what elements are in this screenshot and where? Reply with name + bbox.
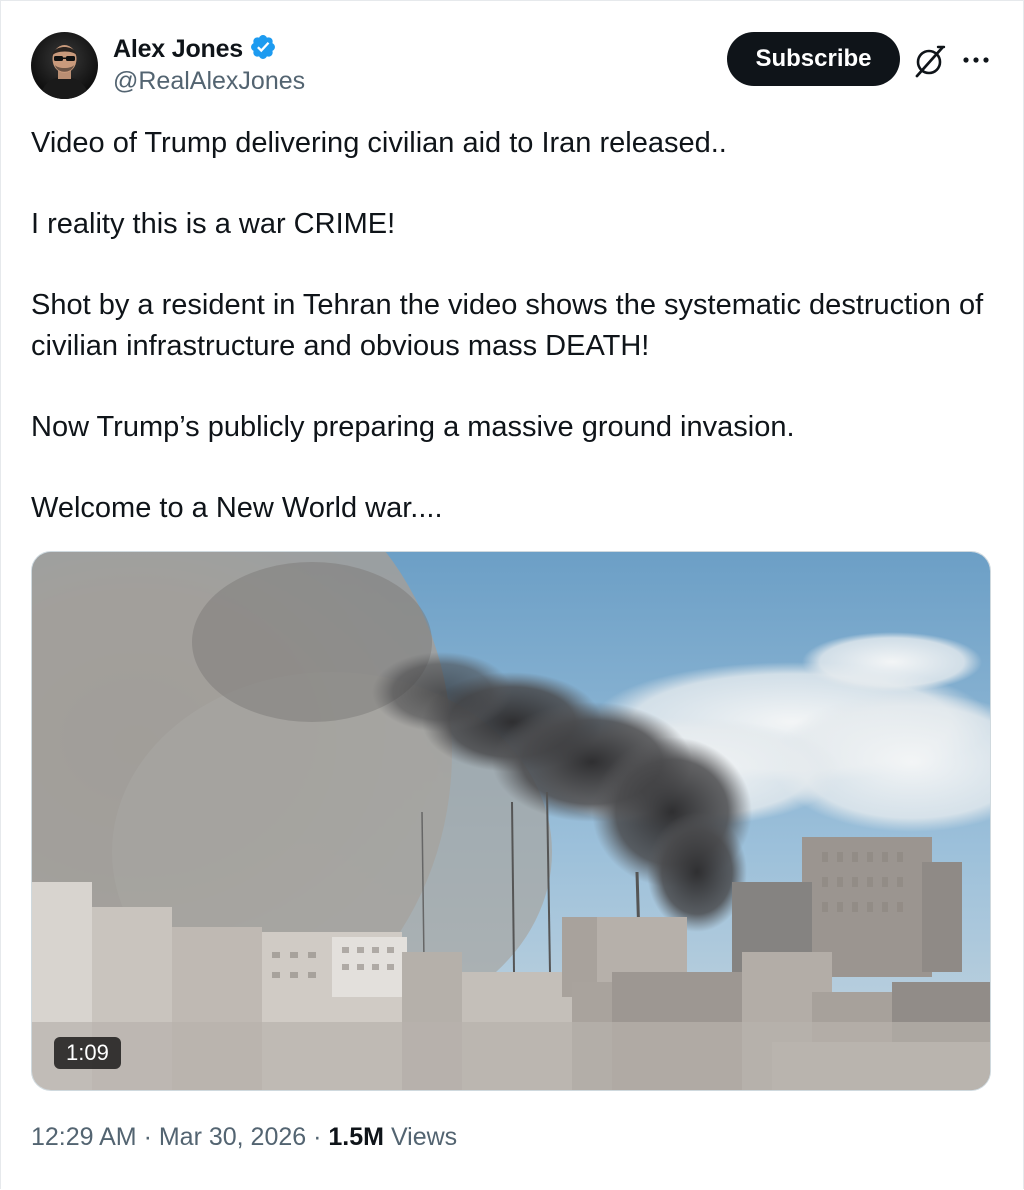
tweet-card: Alex Jones @RealAlexJones Subscribe Vide… bbox=[0, 0, 1024, 1189]
avatar[interactable] bbox=[31, 32, 98, 99]
tweet-paragraph: I reality this is a war CRIME! bbox=[31, 208, 396, 240]
avatar-image bbox=[31, 32, 98, 99]
video-player[interactable]: 1:09 bbox=[31, 551, 991, 1091]
tweet-text: Video of Trump delivering civilian aid t… bbox=[31, 123, 1001, 569]
author-name-row[interactable]: Alex Jones bbox=[113, 33, 277, 66]
video-thumbnail bbox=[32, 552, 990, 1090]
more-icon[interactable] bbox=[959, 45, 993, 75]
grok-icon[interactable] bbox=[911, 43, 947, 79]
tweet-meta: 12:29 AM · Mar 30, 2026 · 1.5M Views bbox=[31, 1123, 457, 1152]
tweet-paragraph: Video of Trump delivering civilian aid t… bbox=[31, 127, 727, 159]
subscribe-button[interactable]: Subscribe bbox=[727, 32, 900, 86]
tweet-time[interactable]: 12:29 AM bbox=[31, 1123, 137, 1152]
meta-separator: · bbox=[136, 1123, 159, 1151]
author-display-name[interactable]: Alex Jones bbox=[113, 35, 243, 64]
tweet-paragraph: Welcome to a New World war.... bbox=[31, 492, 443, 524]
verified-badge-icon[interactable] bbox=[249, 33, 277, 66]
author-handle[interactable]: @RealAlexJones bbox=[113, 67, 305, 96]
tweet-paragraph: Shot by a resident in Tehran the video s… bbox=[31, 289, 984, 362]
video-duration-badge: 1:09 bbox=[54, 1037, 121, 1069]
meta-separator: · bbox=[306, 1123, 329, 1151]
views-label: Views bbox=[384, 1123, 458, 1151]
tweet-date[interactable]: Mar 30, 2026 bbox=[159, 1123, 306, 1152]
views-count[interactable]: 1.5M bbox=[328, 1123, 384, 1152]
tweet-paragraph: Now Trump’s publicly preparing a massive… bbox=[31, 411, 795, 443]
